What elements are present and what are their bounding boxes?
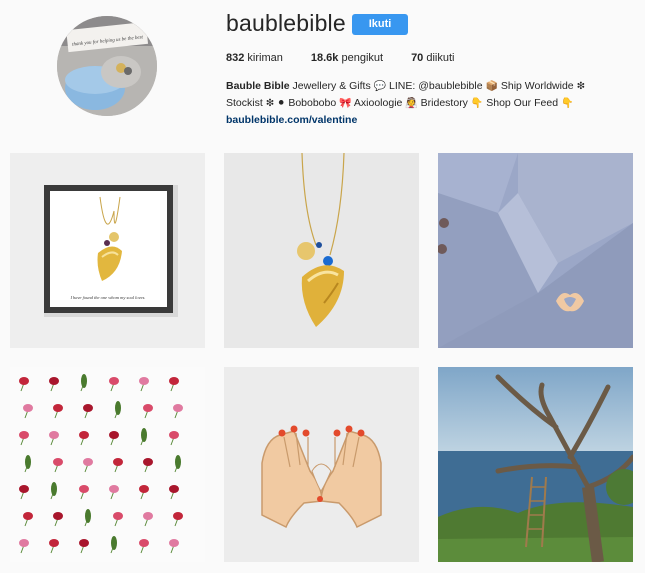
bio-shop-feed: Shop Our Feed — [486, 97, 559, 109]
ribbon-icon: 🎀 — [339, 98, 352, 109]
followers-stat[interactable]: 18.6k pengikut — [311, 52, 383, 64]
bio-name: Bauble Bible — [226, 80, 290, 92]
bio-ship: Ship Worldwide — [500, 80, 574, 92]
post-tile-flower-grid[interactable] — [10, 367, 205, 562]
bio-website-link[interactable]: baublebible.com/valentine — [226, 112, 631, 129]
profile-username: baublebible — [226, 10, 346, 36]
post-tile-tree-ladder-sea[interactable] — [438, 367, 633, 562]
bio-jewellery: Jewellery & Gifts — [292, 80, 371, 92]
bio-bobobobo: Bobobobo — [288, 97, 337, 109]
package-icon: 📦 — [485, 81, 498, 92]
posts-label: kiriman — [247, 52, 283, 64]
profile-avatar[interactable]: thank you for helping us be the best — [57, 16, 157, 116]
bio-line: LINE: @baublebible — [389, 80, 483, 92]
follow-button[interactable]: Ikuti — [352, 14, 408, 35]
posts-count: 832 — [226, 52, 245, 64]
followers-count: 18.6k — [310, 52, 339, 64]
posts-stat[interactable]: 832 kiriman — [226, 52, 283, 64]
profile-bio: Bauble Bible Jewellery & Gifts 💬 LINE: @… — [226, 78, 631, 129]
bride-icon: 👰 — [405, 98, 418, 109]
post-tile-heart-hands-pin[interactable] — [224, 367, 419, 562]
following-stat[interactable]: 70 diikuti — [411, 52, 454, 64]
followers-label: pengikut — [341, 52, 384, 64]
post-tile-shirt-collar-pin[interactable] — [438, 153, 633, 348]
sparkle-icon: ❇ — [576, 81, 585, 92]
post-caption: I have found the one whom my soul loves. — [69, 295, 145, 300]
pointing-hand-icon: 👇 — [470, 98, 484, 109]
following-label: diikuti — [426, 52, 455, 64]
post-tile-framed-necklace[interactable]: I have found the one whom my soul loves. — [10, 153, 205, 348]
following-count: 70 — [411, 52, 424, 64]
bio-bridestory: Bridestory — [420, 97, 468, 109]
speech-bubble-icon: 💬 — [373, 81, 387, 92]
bio-stockist: Stockist — [226, 97, 263, 109]
sparkle-icon: ❇ — [265, 98, 275, 109]
bio-axioologie: Axioologie — [353, 97, 403, 109]
profile-stats: 832 kiriman 18.6k pengikut 70 diikuti — [226, 52, 483, 64]
black-circle-icon: ⚫ — [277, 98, 286, 109]
post-tile-necklace-pendant[interactable] — [224, 153, 419, 348]
pointing-hand-icon: 👇 — [560, 98, 574, 109]
